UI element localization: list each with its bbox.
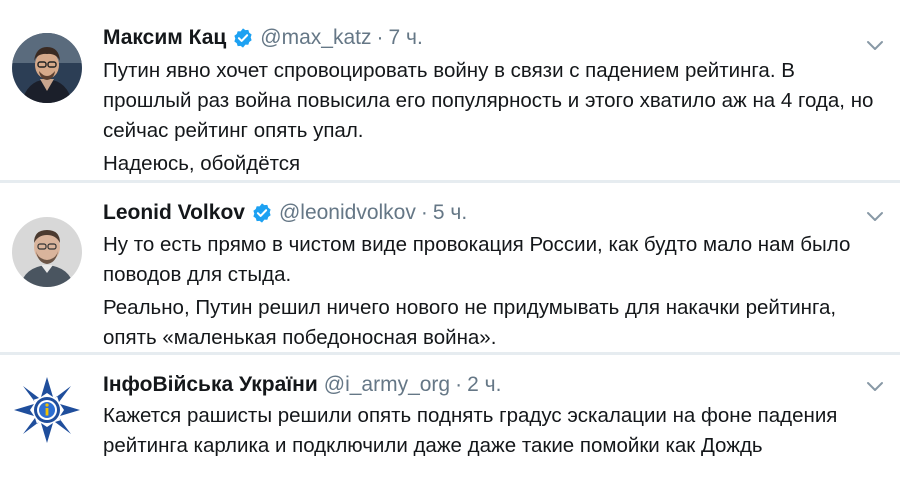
separator-dot: · (420, 201, 428, 224)
tweet-paragraph: Реально, Путин решил ничего нового не пр… (103, 296, 837, 349)
chevron-down-icon[interactable] (864, 375, 886, 397)
tweet[interactable]: Максим Кац @max_katz · 7 ч. Путин явно х… (0, 0, 900, 180)
chevron-down-icon[interactable] (864, 205, 886, 227)
tweet-paragraph: Кажется рашисты решили опять поднять гра… (103, 404, 838, 457)
tweet-header: Leonid Volkov @leonidvolkov · 5 ч. (103, 201, 467, 225)
tweet-text: Кажется рашисты решили опять поднять гра… (103, 401, 883, 464)
avatar[interactable] (12, 375, 82, 445)
tweet-time[interactable]: 7 ч. (388, 26, 422, 50)
tweet-text: Ну то есть прямо в чистом виде провокаци… (103, 230, 883, 356)
tweet-paragraph: Путин явно хочет спровоцировать войну в … (103, 59, 874, 142)
verified-badge-icon (251, 202, 273, 224)
tweet-text: Путин явно хочет спровоцировать войну в … (103, 56, 883, 182)
tweet[interactable]: ІнфоВійська України @i_army_org · 2 ч. К… (0, 355, 900, 500)
separator-dot: · (455, 373, 463, 396)
chevron-down-icon[interactable] (864, 34, 886, 56)
tweet-feed: Максим Кац @max_katz · 7 ч. Путин явно х… (0, 0, 900, 500)
tweet-header: ІнфоВійська України @i_army_org · 2 ч. (103, 373, 501, 397)
author-name[interactable]: Максим Кац (103, 26, 226, 50)
author-name[interactable]: ІнфоВійська України (103, 373, 318, 397)
author-handle[interactable]: @i_army_org (324, 373, 450, 397)
author-handle[interactable]: @leonidvolkov (279, 201, 416, 225)
avatar[interactable] (12, 33, 82, 103)
tweet-time[interactable]: 5 ч. (433, 201, 467, 225)
author-handle[interactable]: @max_katz (260, 26, 371, 50)
tweet-header: Максим Кац @max_katz · 7 ч. (103, 26, 423, 50)
verified-badge-icon (232, 27, 254, 49)
avatar[interactable] (12, 217, 82, 287)
separator-dot: · (376, 26, 384, 49)
tweet-paragraph: Ну то есть прямо в чистом виде провокаци… (103, 233, 851, 286)
tweet[interactable]: Leonid Volkov @leonidvolkov · 5 ч. Ну то… (0, 183, 900, 353)
tweet-paragraph: Надеюсь, обойдётся (103, 152, 301, 175)
author-name[interactable]: Leonid Volkov (103, 201, 245, 225)
tweet-time[interactable]: 2 ч. (467, 373, 501, 397)
